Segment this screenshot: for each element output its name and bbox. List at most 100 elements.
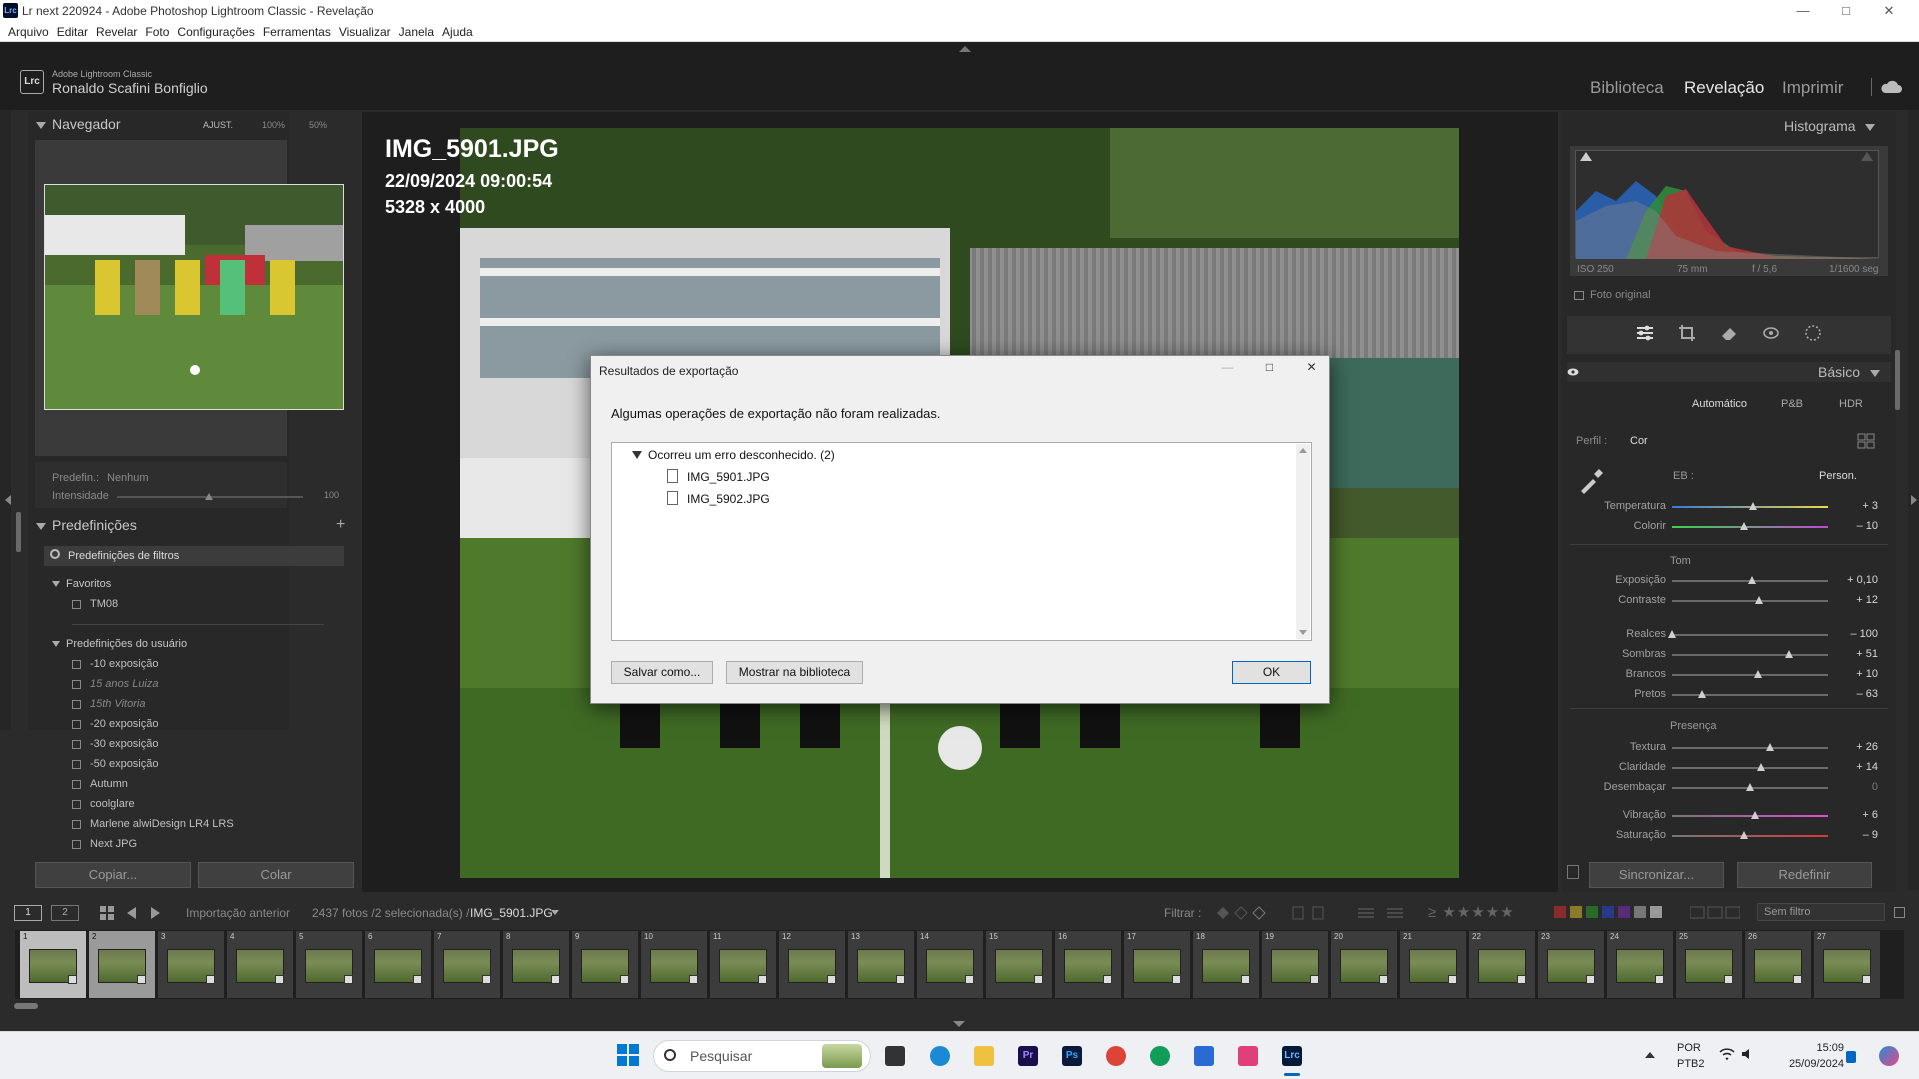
slider-exposicao[interactable]: Exposição + 0,10 [1570,574,1888,588]
profile-browser-icon[interactable] [1857,433,1875,449]
filmstrip-thumbnail[interactable]: 11 [710,931,776,998]
slider-track[interactable] [1672,747,1828,749]
filmstrip-thumbnail[interactable]: 27 [1814,931,1880,998]
slider-knob[interactable] [1739,831,1748,839]
filmstrip-thumbnail[interactable]: 21 [1400,931,1466,998]
filmstrip-thumbnail[interactable]: 12 [779,931,845,998]
user-preset-item[interactable]: Marlene alwiDesign LR4 LRS [90,818,234,830]
filmstrip-thumbnail[interactable]: 10 [641,931,707,998]
wifi-icon[interactable] [1719,1048,1735,1061]
error-file-1[interactable]: IMG_5901.JPG [687,470,770,484]
favorites-group[interactable]: Favoritos [52,578,111,590]
volume-icon[interactable] [1741,1048,1755,1060]
module-biblioteca[interactable]: Biblioteca [1590,78,1664,98]
preset-tm08[interactable]: TM08 [90,598,118,610]
eraser-icon[interactable] [1720,324,1738,342]
copy-button[interactable]: Copiar... [35,862,191,888]
slider-knob[interactable] [1697,690,1706,698]
filmstrip-thumbnail[interactable]: 8 [503,931,569,998]
collapse-top-icon[interactable] [959,46,971,52]
user-preset-item[interactable]: coolglare [90,798,135,810]
slider-value[interactable]: – 9 [1838,829,1878,841]
slider-realces[interactable]: Realces – 100 [1570,628,1888,642]
user-preset-item[interactable]: Autumn [90,778,128,790]
file-explorer-icon[interactable] [974,1046,994,1066]
slider-track[interactable] [1672,767,1828,769]
slider-claridade[interactable]: Claridade + 14 [1570,761,1888,775]
right-scrollbar[interactable] [1895,350,1900,410]
eyedropper-icon[interactable] [1578,466,1604,494]
menu-janela[interactable]: Janela [391,22,434,42]
slider-sombras[interactable]: Sombras + 51 [1570,648,1888,662]
minimize-button[interactable]: — [1783,2,1823,20]
color-label-filter[interactable] [1554,906,1670,919]
slider-knob[interactable] [1746,783,1754,791]
slider-contraste[interactable]: Contraste + 12 [1570,594,1888,608]
slider-pretos[interactable]: Pretos – 63 [1570,688,1888,702]
module-imprimir[interactable]: Imprimir [1782,78,1843,98]
menu-configuracoes[interactable]: Configurações [169,22,254,42]
slider-saturacao[interactable]: Saturação – 9 [1570,829,1888,843]
user-preset-item[interactable]: 15th Vitoria [90,698,145,710]
slider-value[interactable]: + 0,10 [1838,574,1878,586]
slider-knob[interactable] [1766,743,1775,751]
hdr-button[interactable]: HDR [1839,398,1863,410]
filmstrip-thumbnail[interactable]: 2 [89,931,155,998]
masking-icon[interactable] [1804,324,1822,342]
ok-button[interactable]: OK [1232,661,1311,684]
left-scrollbar[interactable] [16,512,21,552]
basic-header[interactable]: Básico [1818,364,1886,380]
filmstrip-thumbnail[interactable]: 3 [158,931,224,998]
current-photo-name[interactable]: IMG_5901.JPG [470,906,553,920]
notification-icon[interactable] [1846,1051,1856,1063]
grid-icon[interactable] [100,906,114,920]
filmstrip-thumbnail[interactable]: 5 [296,931,362,998]
lightroom-taskbar-icon[interactable]: Lrc [1282,1046,1302,1066]
user-preset-item[interactable]: 15 anos Luiza [90,678,159,690]
copilot-icon[interactable] [1879,1046,1899,1066]
save-as-button[interactable]: Salvar como... [611,661,713,684]
chevron-down-icon[interactable] [551,910,559,915]
slider-value[interactable]: – 63 [1838,688,1878,700]
slider-value[interactable]: + 26 [1838,741,1878,753]
photoshop-icon[interactable]: Ps [1062,1046,1082,1066]
zoom-50[interactable]: 50% [309,120,327,130]
filmstrip-scrollbar[interactable] [14,1003,38,1009]
menu-arquivo[interactable]: Arquivo [0,22,49,42]
chrome-icon[interactable] [1106,1046,1126,1066]
zoom-fit[interactable]: AJUST. [203,120,233,130]
sync-button[interactable]: Sincronizar... [1589,862,1724,888]
slider-value[interactable]: – 100 [1838,628,1878,640]
slider-knob[interactable] [1739,522,1748,530]
menu-editar[interactable]: Editar [49,22,88,42]
user-preset-item[interactable]: -10 exposição [90,658,159,670]
show-in-library-button[interactable]: Mostrar na biblioteca [726,661,863,684]
slider-track[interactable] [1672,600,1828,602]
slider-value[interactable]: 0 [1838,781,1878,793]
collapse-right-icon[interactable] [1911,495,1917,505]
language-1[interactable]: POR [1677,1042,1701,1054]
zoom-100[interactable]: 100% [262,120,285,130]
menu-ferramentas[interactable]: Ferramentas [255,22,331,42]
filmstrip-thumbnail[interactable]: 9 [572,931,638,998]
dialog-minimize[interactable]: — [1209,356,1246,378]
slider-knob[interactable] [1785,650,1793,658]
language-2[interactable]: PTB2 [1677,1058,1705,1070]
filmstrip-thumbnail[interactable]: 13 [848,931,914,998]
filter-preset-select[interactable]: Sem filtro [1757,903,1885,921]
visibility-eye-icon[interactable] [1567,366,1579,376]
clock-date[interactable]: 25/09/2024 [1776,1058,1844,1070]
crop-icon[interactable] [1678,324,1696,342]
slider-track[interactable] [1672,694,1828,696]
user-preset-item[interactable]: -50 exposição [90,758,159,770]
filmstrip-thumbnail[interactable]: 20 [1331,931,1397,998]
task-view-icon[interactable] [885,1046,905,1066]
bw-button[interactable]: P&B [1781,398,1803,410]
slider-track[interactable] [1672,835,1828,837]
highlight-clipping-icon[interactable] [1861,152,1873,161]
slider-value[interactable]: + 6 [1838,809,1878,821]
slider-value[interactable]: – 10 [1838,520,1878,532]
slider-knob[interactable] [1756,763,1765,771]
filmstrip-thumbnail[interactable]: 22 [1469,931,1535,998]
slider-track[interactable] [1672,526,1828,528]
